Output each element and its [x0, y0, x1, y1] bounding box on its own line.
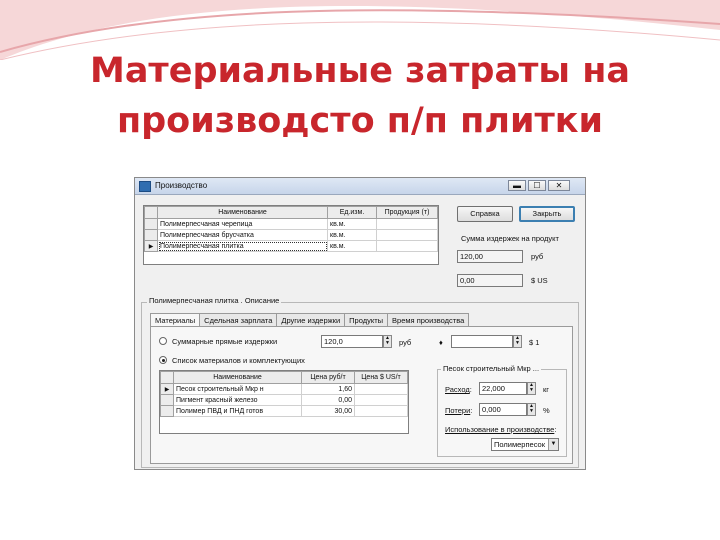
window-titlebar[interactable]: Производство ▬ ☐ ✕: [135, 178, 585, 195]
usd-marker: ♦: [439, 338, 443, 347]
product-qty[interactable]: [376, 240, 438, 252]
materials-tab-panel: Суммарные прямые издержки 120,0 ▲ ▼ руб ♦…: [150, 326, 573, 464]
products-grid-header: Наименование Ед.изм. Продукция (т): [144, 206, 438, 219]
rate-unit: кг: [543, 385, 550, 394]
col-unit[interactable]: Ед.изм.: [327, 206, 377, 219]
usage-label: Использование в производстве:: [445, 425, 557, 434]
materials-grid[interactable]: Наименование Цена руб/т Цена $ US/т ▶ Пе…: [159, 370, 409, 434]
slide-title-line1: Материальные затраты на: [89, 51, 631, 91]
help-button[interactable]: Справка: [457, 206, 513, 222]
radio-materials-list[interactable]: [159, 356, 167, 364]
table-row[interactable]: ▶ Полимерпесчаная плитка кв.м.: [144, 240, 438, 252]
total-costs-field[interactable]: 120,0: [321, 335, 383, 348]
rate-label: Расход:: [445, 385, 472, 394]
material-price-rub[interactable]: 30,00: [301, 405, 355, 417]
radio-total-costs-label[interactable]: Суммарные прямые издержки: [172, 337, 277, 346]
product-qty[interactable]: [376, 218, 438, 230]
total-usd-field[interactable]: [451, 335, 513, 348]
radio-total-costs[interactable]: [159, 337, 167, 345]
table-row[interactable]: Полимерпесчаная брусчатка кв.м.: [144, 229, 438, 241]
products-grid[interactable]: Наименование Ед.изм. Продукция (т) Полим…: [143, 205, 439, 265]
row-indicator: [144, 229, 158, 241]
total-usd-unit: $ 1: [529, 338, 540, 347]
close-window-button[interactable]: ✕: [548, 180, 570, 191]
col-name[interactable]: Наименование: [157, 206, 328, 219]
details-group-title: Полимерпесчаная плитка . Описание: [147, 296, 282, 305]
usd-unit-label: $ US: [531, 276, 548, 285]
details-tabs: Материалы Сдельная зарплата Другие издержк…: [150, 312, 470, 328]
product-unit[interactable]: кв.м.: [327, 240, 377, 252]
loss-label: Потери:: [445, 406, 473, 415]
total-costs-unit: руб: [399, 338, 412, 347]
close-button[interactable]: Закрыть: [519, 206, 575, 222]
product-name[interactable]: Полимерпесчаная черепица: [157, 218, 328, 230]
material-price-usd[interactable]: [354, 383, 408, 395]
material-price-usd[interactable]: [354, 405, 408, 417]
row-indicator: ▶: [144, 240, 158, 252]
col-price-usd[interactable]: Цена $ US/т: [354, 371, 408, 384]
minimize-button[interactable]: ▬: [508, 180, 526, 191]
cost-rub-field[interactable]: 120,00: [457, 250, 523, 263]
app-icon: [139, 181, 151, 192]
window-title: Производство: [155, 181, 208, 190]
material-name[interactable]: Пигмент красный железо: [173, 394, 302, 406]
loss-spinner[interactable]: ▲ ▼: [527, 403, 536, 416]
rate-field[interactable]: 22,000: [479, 382, 527, 395]
radio-materials-list-label[interactable]: Список материалов и комплектующих: [172, 356, 305, 365]
usage-select-value: Полимерпесок: [494, 440, 545, 449]
slide-title-line2: производсто п/п плитки: [116, 101, 604, 141]
materials-grid-header: Наименование Цена руб/т Цена $ US/т: [160, 371, 408, 384]
product-name[interactable]: Полимерпесчаная брусчатка: [157, 229, 328, 241]
table-row[interactable]: Пигмент красный железо 0,00: [160, 394, 408, 406]
row-indicator: [160, 405, 174, 417]
tab-other-costs[interactable]: Другие издержки: [276, 313, 346, 327]
consumption-group-title: Песок строительный Мкр ...: [441, 364, 542, 373]
chevron-down-icon[interactable]: ▼: [548, 439, 558, 450]
col-qty[interactable]: Продукция (т): [376, 206, 438, 219]
table-row[interactable]: Полимер ПВД и ПНД готов 30,00: [160, 405, 408, 417]
maximize-button[interactable]: ☐: [528, 180, 546, 191]
product-name[interactable]: Полимерпесчаная плитка: [157, 240, 328, 252]
material-name[interactable]: Песок строительный Мкр н: [173, 383, 302, 395]
loss-unit: %: [543, 406, 550, 415]
usage-select[interactable]: Полимерпесок ▼: [491, 438, 559, 451]
table-row[interactable]: Полимерпесчаная черепица кв.м.: [144, 218, 438, 230]
rub-unit-label: руб: [531, 252, 544, 261]
cost-usd-field[interactable]: 0,00: [457, 274, 523, 287]
rate-spinner[interactable]: ▲ ▼: [527, 382, 536, 395]
material-price-rub[interactable]: 0,00: [301, 394, 355, 406]
col-price-rub[interactable]: Цена руб/т: [301, 371, 355, 384]
production-window: Производство ▬ ☐ ✕ Наименование Ед.изм. …: [134, 177, 586, 470]
loss-field[interactable]: 0,000: [479, 403, 527, 416]
material-price-usd[interactable]: [354, 394, 408, 406]
product-qty[interactable]: [376, 229, 438, 241]
total-cost-label: Сумма издержек на продукт: [461, 234, 559, 243]
product-unit[interactable]: кв.м.: [327, 229, 377, 241]
slide-title: Материальные затраты на производсто п/п …: [0, 46, 720, 146]
product-unit[interactable]: кв.м.: [327, 218, 377, 230]
row-indicator: ▶: [160, 383, 174, 395]
tab-piece-wage[interactable]: Сдельная зарплата: [199, 313, 278, 327]
col-material-name[interactable]: Наименование: [173, 371, 302, 384]
table-row[interactable]: ▶ Песок строительный Мкр н 1,60: [160, 383, 408, 395]
tab-products[interactable]: Продукты: [344, 313, 389, 327]
row-indicator: [144, 218, 158, 230]
material-price-rub[interactable]: 1,60: [301, 383, 355, 395]
material-name[interactable]: Полимер ПВД и ПНД готов: [173, 405, 302, 417]
total-usd-spinner[interactable]: ▲ ▼: [513, 335, 522, 348]
tab-production-time[interactable]: Время производства: [387, 313, 470, 327]
total-costs-spinner[interactable]: ▲ ▼: [383, 335, 392, 348]
row-indicator: [160, 394, 174, 406]
